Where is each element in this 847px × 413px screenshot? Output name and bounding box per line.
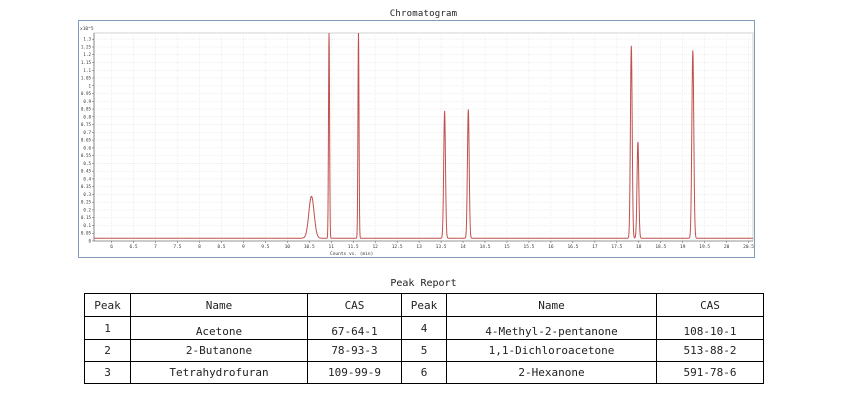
peak-number: 1: [84, 316, 131, 340]
x-tick-label: 20.5: [743, 244, 754, 250]
compound-name: 2-Butanone: [130, 339, 308, 362]
x-tick-label: 11: [329, 244, 335, 250]
y-tick-label: 1.15: [81, 60, 92, 65]
table-header-row: Peak Name CAS Peak Name CAS: [84, 293, 764, 317]
table-row: 2 2-Butanone 78-93-3 5 1,1-Dichloroaceto…: [84, 339, 764, 362]
x-tick-label: 19.5: [699, 244, 710, 250]
header-cas: CAS: [307, 293, 402, 317]
x-tick-label: 16.5: [567, 244, 578, 250]
y-tick-label: 0.1: [83, 223, 91, 228]
y-tick-label: 0.05: [81, 231, 92, 236]
cas-number: 591-78-6: [656, 361, 764, 384]
cas-number: 67-64-1: [307, 316, 402, 340]
cas-number: 513-88-2: [656, 339, 764, 362]
x-tick-label: 10: [285, 244, 291, 250]
x-tick-label: 19: [680, 244, 686, 250]
y-tick-label: 0.95: [81, 91, 92, 96]
x-tick-label: 11.5: [348, 244, 359, 250]
y-tick-label: 0.85: [81, 107, 92, 112]
header-peak-2: Peak: [401, 293, 447, 317]
y-tick-label: 0.4: [83, 176, 91, 181]
x-tick-label: 14: [460, 244, 466, 250]
compound-name: Acetone: [130, 316, 308, 340]
peak-report-table: Peak Name CAS Peak Name CAS 1 Acetone 67…: [84, 293, 764, 384]
x-axis-label: Counts vs. (min): [330, 251, 373, 257]
header-peak: Peak: [84, 293, 131, 317]
y-tick-label: 0.35: [81, 184, 92, 189]
x-tick-label: 13: [416, 244, 422, 250]
x-tick-label: 16: [548, 244, 554, 250]
x-tick-label: 18: [636, 244, 642, 250]
peak-number: 4: [401, 316, 447, 340]
x-tick-label: 8.5: [217, 244, 225, 250]
x-tick-label: 10.5: [304, 244, 315, 250]
x-tick-label: 8: [198, 244, 201, 250]
y-tick-label: 1.1: [83, 68, 91, 73]
x-tick-label: 20: [724, 244, 730, 250]
header-name: Name: [130, 293, 308, 317]
y-tick-label: 0.5: [83, 161, 91, 166]
cas-number: 108-10-1: [656, 316, 764, 340]
header-cas-2: CAS: [656, 293, 764, 317]
x-tick-label: 13.5: [436, 244, 447, 250]
peak-number: 3: [84, 361, 131, 384]
x-tick-label: 6: [110, 244, 113, 250]
x-tick-label: 6.5: [129, 244, 137, 250]
y-tick-label: 0.2: [83, 207, 91, 212]
y-tick-label: 0.15: [81, 215, 92, 220]
cas-number: 78-93-3: [307, 339, 402, 362]
y-tick-label: 0.6: [83, 145, 91, 150]
compound-name: Tetrahydrofuran: [130, 361, 308, 384]
y-tick-label: 0.8: [83, 114, 91, 119]
y-tick-label: 1.05: [81, 76, 92, 81]
peak-number: 6: [401, 361, 447, 384]
x-tick-label: 9.5: [261, 244, 269, 250]
y-tick-label: 0.65: [81, 138, 92, 143]
x-tick-label: 17.5: [611, 244, 622, 250]
table-row: 1 Acetone 67-64-1 4 4-Methyl-2-pentanone…: [84, 316, 764, 340]
header-name-2: Name: [446, 293, 657, 317]
y-tick-label: 0.3: [83, 192, 91, 197]
compound-name: 2-Hexanone: [446, 361, 657, 384]
table-row: 3 Tetrahydrofuran 109-99-9 6 2-Hexanone …: [84, 361, 764, 384]
x-tick-label: 15: [504, 244, 510, 250]
x-tick-label: 12: [372, 244, 378, 250]
y-tick-label: 0.55: [81, 153, 92, 158]
x-tick-label: 14.5: [480, 244, 491, 250]
y-axis-unit-label: x10^5: [80, 26, 94, 32]
y-tick-label: 0.45: [81, 169, 92, 174]
y-tick-label: 1.25: [81, 44, 92, 49]
x-tick-label: 7.5: [173, 244, 181, 250]
y-tick-label: 1.2: [83, 52, 91, 57]
peak-report-title: Peak Report: [390, 278, 457, 289]
y-tick-label: 0.25: [81, 200, 92, 205]
peak-number: 2: [84, 339, 131, 362]
x-tick-label: 17: [592, 244, 598, 250]
peak-number: 5: [401, 339, 447, 362]
y-tick-label: 0.7: [83, 130, 91, 135]
x-tick-label: 9: [242, 244, 245, 250]
chromatogram-chart: 6 6.5 7 7.5 8 8.5 9 9.5 10 10.5 11 11.5 12 12.5 13 13.5…: [78, 20, 755, 258]
x-tick-label: 15.5: [524, 244, 535, 250]
compound-name: 1,1-Dichloroacetone: [446, 339, 657, 362]
x-tick-label: 12.5: [392, 244, 403, 250]
cas-number: 109-99-9: [307, 361, 402, 384]
x-tick-label: 18.5: [655, 244, 666, 250]
y-tick-label: 0.9: [83, 99, 91, 104]
compound-name: 4-Methyl-2-pentanone: [446, 316, 657, 340]
chart-title: Chromatogram: [389, 9, 458, 19]
x-tick-label: 7: [154, 244, 157, 250]
y-tick-label: 1.3: [83, 37, 91, 42]
y-tick-label: 0.75: [81, 122, 92, 127]
